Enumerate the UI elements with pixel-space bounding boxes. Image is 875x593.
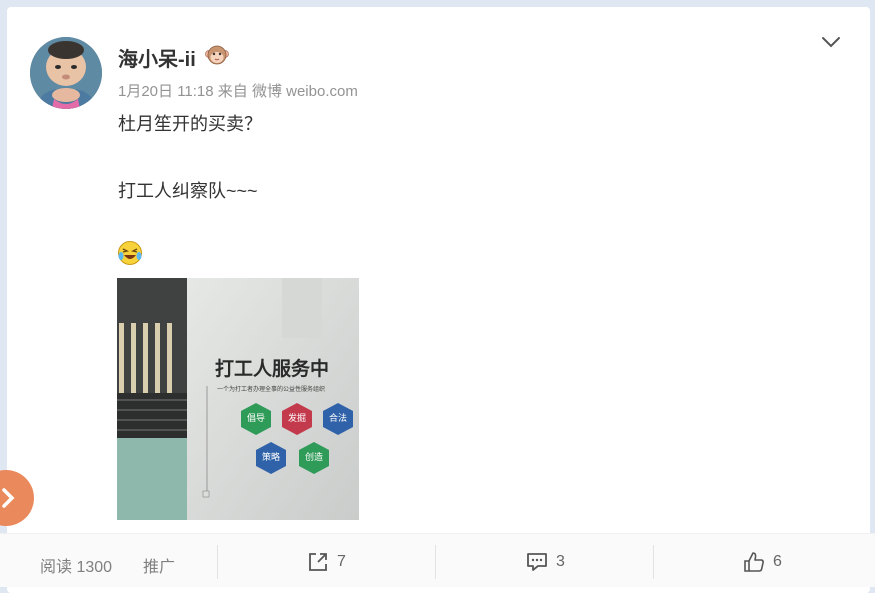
hex-badge: 发掘	[280, 402, 314, 436]
hex-label: 倡导	[246, 413, 265, 423]
footer-divider	[653, 545, 654, 579]
hex-label: 发掘	[287, 413, 306, 423]
username-link[interactable]: 海小呆-ii	[118, 43, 196, 72]
sign-title: 打工人服务中	[215, 359, 330, 380]
hex-badge: 策略	[254, 441, 288, 475]
post-photo[interactable]: 打工人服务中 一个为打工者办理全事的公益性服务组织 倡导 发掘 合法 策略 创造	[117, 278, 359, 520]
chevron-right-icon	[2, 488, 15, 508]
repost-button[interactable]: 7	[307, 549, 346, 575]
footer-divider	[217, 545, 218, 579]
comment-icon	[527, 553, 547, 571]
hex-label: 合法	[328, 413, 347, 423]
post-meta: 1月20日 11:18 来自 微博 weibo.com	[118, 83, 358, 100]
share-icon	[309, 553, 327, 571]
laughing-crying-face-icon	[117, 240, 143, 266]
like-button[interactable]: 6	[743, 549, 782, 575]
comment-button[interactable]: 3	[526, 549, 565, 575]
hex-badge: 合法	[321, 402, 355, 436]
sign-subtitle: 一个为打工者办理全事的公益性服务组织	[217, 387, 326, 393]
side-expand-tab[interactable]	[0, 470, 34, 526]
hex-label: 创造	[304, 452, 323, 462]
read-count: 阅读 1300	[40, 559, 113, 576]
repost-count: 7	[337, 553, 346, 570]
footer-divider	[435, 545, 436, 579]
user-avatar[interactable]	[30, 37, 102, 109]
post-text-line-1: 杜月笙开的买卖？	[118, 114, 262, 134]
chevron-down-icon[interactable]	[820, 34, 842, 50]
promote-button[interactable]: 推广	[143, 553, 175, 577]
hex-badge: 创造	[297, 441, 331, 475]
monkey-face-icon	[205, 44, 229, 66]
like-count: 6	[773, 553, 782, 570]
thumbs-up-icon	[744, 552, 764, 572]
comment-count: 3	[556, 553, 565, 570]
office-sign-image	[117, 278, 359, 520]
baby-avatar-image	[30, 37, 102, 109]
hex-badge: 倡导	[239, 402, 273, 436]
post-text-line-2: 打工人纠察队~~~	[118, 181, 258, 201]
hex-label: 策略	[261, 452, 280, 462]
